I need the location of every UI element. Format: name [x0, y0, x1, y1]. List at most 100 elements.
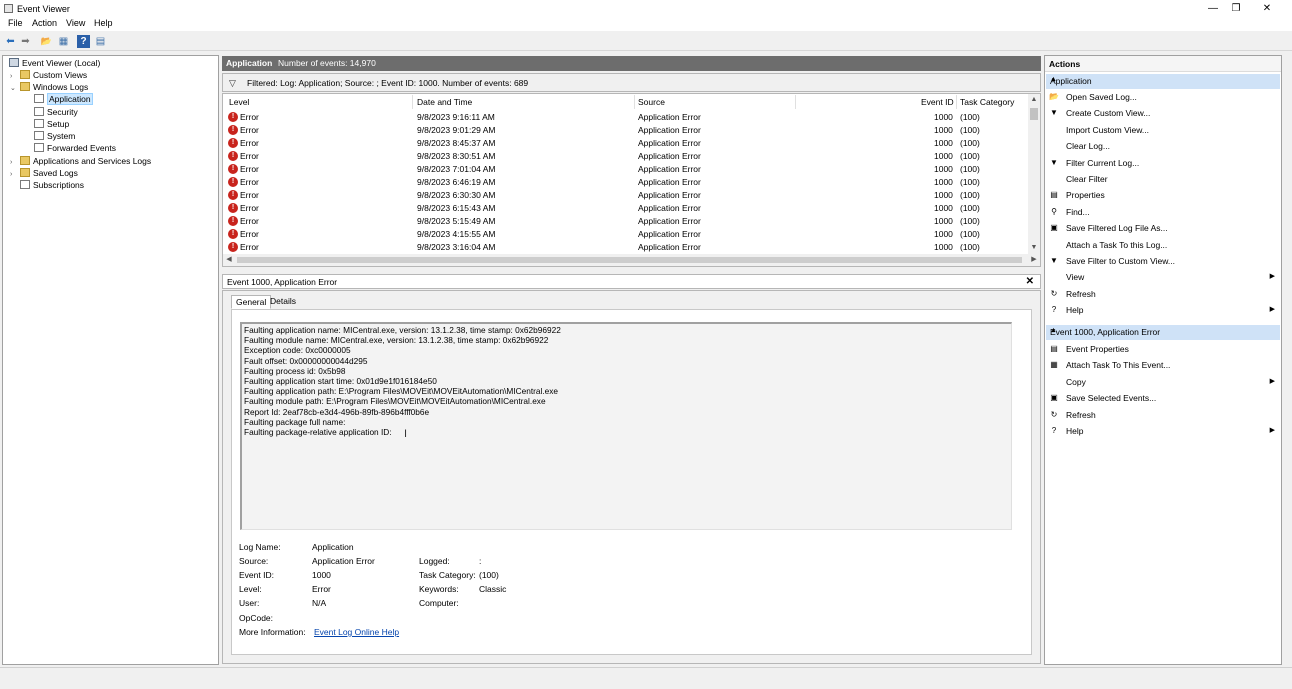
- table-row[interactable]: ! Error 9/8/2023 6:15:43 AM Application Err…: [223, 202, 1027, 215]
- cell-source: Application Error: [638, 138, 701, 148]
- action-clear-filter[interactable]: Clear Filter: [1049, 172, 1277, 186]
- tree-item-event-viewer-local[interactable]: Event Viewer (Local): [9, 57, 100, 69]
- error-icon: !: [228, 138, 238, 148]
- error-icon: !: [228, 151, 238, 161]
- status-bar: [0, 667, 1292, 689]
- tree-item-system[interactable]: System: [34, 130, 75, 142]
- chevron-right-icon[interactable]: ›: [10, 169, 20, 181]
- event-log-online-help-link[interactable]: Event Log Online Help: [314, 627, 399, 637]
- action-import-custom-view[interactable]: Import Custom View...: [1049, 123, 1277, 137]
- scroll-thumb[interactable]: [237, 257, 1022, 263]
- table-row[interactable]: ! Error 9/8/2023 9:16:11 AM Application Err…: [223, 111, 1027, 124]
- error-icon: !: [228, 125, 238, 135]
- action-view[interactable]: View ▶: [1049, 270, 1277, 284]
- menu-file[interactable]: File: [8, 18, 23, 28]
- scroll-left-icon[interactable]: ◀: [223, 254, 235, 266]
- close-icon[interactable]: ✕: [1026, 276, 1034, 287]
- tree-item-saved-logs[interactable]: › Saved Logs: [10, 167, 78, 179]
- column-separator[interactable]: [412, 95, 413, 109]
- actions-section-event[interactable]: Event 1000, Application Error ▲: [1046, 325, 1280, 340]
- menu-action[interactable]: Action: [32, 18, 57, 28]
- cell-task-category: (100): [960, 190, 980, 200]
- table-row[interactable]: ! Error 9/8/2023 3:16:04 AM Application Err…: [223, 241, 1027, 254]
- action-refresh[interactable]: ↻ Refresh: [1049, 287, 1277, 301]
- action-event-properties[interactable]: ▤ Event Properties: [1049, 342, 1277, 356]
- table-row[interactable]: ! Error 9/8/2023 7:01:04 AM Application Err…: [223, 163, 1027, 176]
- action-open-saved-log[interactable]: 📂 Open Saved Log...: [1049, 90, 1277, 104]
- scroll-up-icon[interactable]: ▲: [1028, 94, 1040, 106]
- table-row[interactable]: ! Error 9/8/2023 5:15:49 AM Application Err…: [223, 215, 1027, 228]
- scroll-right-icon[interactable]: ▶: [1028, 254, 1040, 266]
- column-header-source[interactable]: Source: [638, 97, 665, 107]
- cell-source: Application Error: [638, 229, 701, 239]
- cell-event-id: 1000: [934, 242, 953, 252]
- back-arrow-icon[interactable]: ⬅: [4, 35, 17, 48]
- action-create-custom-view[interactable]: ▼ Create Custom View...: [1049, 106, 1277, 120]
- tab-details[interactable]: Details: [266, 295, 300, 309]
- action-save-filter-to-custom-view[interactable]: ▼ Save Filter to Custom View...: [1049, 254, 1277, 268]
- table-row[interactable]: ! Error 9/8/2023 8:45:37 AM Application Err…: [223, 137, 1027, 150]
- action-help[interactable]: ? Help ▶: [1049, 303, 1277, 317]
- table-row[interactable]: ! Error 9/8/2023 8:30:51 AM Application Err…: [223, 150, 1027, 163]
- action-attach-task-to-this-event[interactable]: ▦ Attach Task To This Event...: [1049, 358, 1277, 372]
- tree-item-subscriptions[interactable]: Subscriptions: [20, 179, 84, 191]
- action-copy[interactable]: Copy ▶: [1049, 375, 1277, 389]
- column-separator[interactable]: [634, 95, 635, 109]
- forward-arrow-icon[interactable]: ➡: [19, 35, 32, 48]
- up-folder-icon[interactable]: 📂: [40, 35, 53, 48]
- action-find[interactable]: ⚲ Find...: [1049, 205, 1277, 219]
- action-refresh[interactable]: ↻ Refresh: [1049, 408, 1277, 422]
- tree-item-application[interactable]: Application: [34, 93, 93, 105]
- cell-source: Application Error: [638, 112, 701, 122]
- action-attach-a-task-to-this-log[interactable]: Attach a Task To this Log...: [1049, 238, 1277, 252]
- collapse-icon[interactable]: ▲: [1050, 327, 1276, 334]
- column-separator[interactable]: [795, 95, 796, 109]
- tree-item-security[interactable]: Security: [34, 106, 78, 118]
- console-icon[interactable]: ▤: [94, 35, 107, 48]
- event-description[interactable]: Faulting application name: MICentral.exe…: [240, 322, 1012, 530]
- show-hide-tree-icon[interactable]: ▦: [57, 35, 70, 48]
- scroll-down-icon[interactable]: ▼: [1028, 242, 1040, 254]
- tree-item-forwarded-events[interactable]: Forwarded Events: [34, 142, 116, 154]
- action-label: Refresh: [1066, 288, 1096, 299]
- error-icon: !: [228, 190, 238, 200]
- column-header-level[interactable]: Level: [229, 97, 249, 107]
- tree-item-setup[interactable]: Setup: [34, 118, 69, 130]
- action-label: Find...: [1066, 206, 1090, 217]
- more-information-label: More Information:: [239, 627, 306, 637]
- restore-button[interactable]: ❐: [1221, 0, 1251, 17]
- action-clear-log[interactable]: Clear Log...: [1049, 139, 1277, 153]
- action-filter-current-log[interactable]: ▼ Filter Current Log...: [1049, 156, 1277, 170]
- collapse-icon[interactable]: ▲: [1050, 76, 1276, 83]
- action-save-filtered-log-file-as[interactable]: ▣ Save Filtered Log File As...: [1049, 221, 1277, 235]
- menu-view[interactable]: View: [66, 18, 85, 28]
- table-row[interactable]: ! Error 9/8/2023 4:15:55 AM Application Err…: [223, 228, 1027, 241]
- table-row[interactable]: ! Error 9/8/2023 9:01:29 AM Application Err…: [223, 124, 1027, 137]
- tree-item-windows-logs[interactable]: ⌄ Windows Logs: [10, 81, 88, 93]
- help-icon[interactable]: ?: [77, 35, 90, 48]
- cell-level: Error: [240, 177, 259, 187]
- column-header-date-and-time[interactable]: Date and Time: [417, 97, 472, 107]
- log-name-value: Application: [312, 542, 354, 552]
- chevron-down-icon[interactable]: ⌄: [10, 83, 20, 95]
- vertical-scrollbar[interactable]: ▲ ▼: [1028, 94, 1040, 254]
- column-header-event-id[interactable]: Event ID: [921, 97, 954, 107]
- menu-help[interactable]: Help: [94, 18, 113, 28]
- task-category-label: Task Category:: [419, 570, 476, 580]
- tree-item-custom-views[interactable]: › Custom Views: [10, 69, 87, 81]
- cell-source: Application Error: [638, 216, 701, 226]
- tree-item-applications-and-services-logs[interactable]: › Applications and Services Logs: [10, 155, 151, 167]
- scroll-thumb[interactable]: [1030, 108, 1038, 120]
- open-saved-log-icon: 📂: [1049, 92, 1059, 101]
- action-save-selected-events[interactable]: ▣ Save Selected Events...: [1049, 391, 1277, 405]
- column-header-task-category[interactable]: Task Category: [960, 97, 1014, 107]
- close-button[interactable]: ✕: [1252, 0, 1282, 17]
- table-row[interactable]: ! Error 9/8/2023 6:30:30 AM Application Err…: [223, 189, 1027, 202]
- horizontal-scrollbar[interactable]: ◀ ▶: [223, 254, 1040, 266]
- action-properties[interactable]: ▤ Properties: [1049, 188, 1277, 202]
- table-row[interactable]: ! Error 9/8/2023 6:46:19 AM Application Err…: [223, 176, 1027, 189]
- actions-section-application[interactable]: Application ▲: [1046, 74, 1280, 89]
- column-separator[interactable]: [956, 95, 957, 109]
- cell-task-category: (100): [960, 216, 980, 226]
- action-help[interactable]: ? Help ▶: [1049, 424, 1277, 438]
